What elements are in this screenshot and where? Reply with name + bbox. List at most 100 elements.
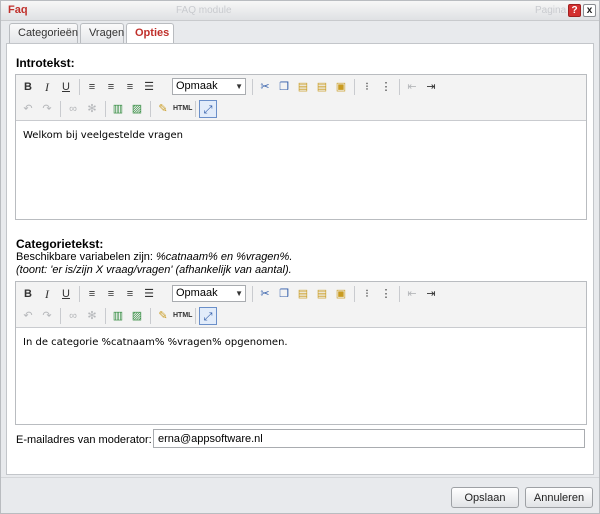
paste-icon[interactable]: ▤	[294, 285, 312, 303]
toolbar-separator	[150, 308, 151, 324]
bold-icon[interactable]: B	[19, 78, 37, 96]
moderator-email-input[interactable]	[153, 429, 585, 448]
toolbar-separator	[150, 101, 151, 117]
options-panel: Introtekst: B I U ≡ ≡ ≡ ☰ Opmaak ▼ ✂ ❐ ▤ …	[6, 43, 594, 475]
paste-word-icon[interactable]: ▣	[332, 285, 350, 303]
align-center-icon[interactable]: ≡	[102, 285, 120, 303]
category-hint: (toont: 'er is/zijn X vraag/vragen' (afh…	[16, 264, 292, 276]
category-editor: B I U ≡ ≡ ≡ ☰ Opmaak ▼ ✂ ❐ ▤ ▤ ▣ ⁝ ⋮ ⇤ ⇥…	[15, 281, 587, 425]
paste-word-icon[interactable]: ▣	[332, 78, 350, 96]
faq-dialog: Faq FAQ module Pagina ? x Categorieën Vr…	[0, 0, 600, 514]
intro-heading: Introtekst:	[16, 56, 75, 70]
redo-icon[interactable]: ↷	[38, 100, 56, 118]
toolbar-separator	[195, 101, 196, 117]
bold-icon[interactable]: B	[19, 285, 37, 303]
unlink-icon[interactable]: ✻	[83, 307, 101, 325]
cut-icon[interactable]: ✂	[256, 78, 274, 96]
link-icon[interactable]: ∞	[64, 307, 82, 325]
copy-icon[interactable]: ❐	[275, 78, 293, 96]
toolbar-separator	[354, 286, 355, 302]
copy-icon[interactable]: ❐	[275, 285, 293, 303]
numbered-list-icon[interactable]: ⋮	[377, 78, 395, 96]
italic-icon[interactable]: I	[38, 78, 56, 96]
align-right-icon[interactable]: ≡	[121, 78, 139, 96]
undo-icon[interactable]: ↶	[19, 307, 37, 325]
tab-categorieen[interactable]: Categorieën	[9, 23, 78, 43]
outdent-icon[interactable]: ⇤	[403, 285, 421, 303]
chevron-down-icon: ▼	[235, 289, 243, 298]
clean-icon[interactable]: ✎	[154, 100, 172, 118]
background-right-label: Pagina	[535, 5, 567, 16]
title-bar: Faq FAQ module Pagina ? x	[1, 1, 599, 21]
bullet-list-icon[interactable]: ⁝	[358, 285, 376, 303]
category-variables-note: Beschikbare variabelen zijn: %catnaam% e…	[16, 251, 292, 263]
category-content[interactable]: In de categorie %catnaam% %vragen% opgen…	[23, 337, 288, 348]
image-icon[interactable]: ▨	[128, 100, 146, 118]
category-editor-toolbar: B I U ≡ ≡ ≡ ☰ Opmaak ▼ ✂ ❐ ▤ ▤ ▣ ⁝ ⋮ ⇤ ⇥…	[16, 282, 586, 328]
toolbar-separator	[252, 286, 253, 302]
align-right-icon[interactable]: ≡	[121, 285, 139, 303]
help-button[interactable]: ?	[568, 4, 581, 17]
variables-prefix: Beschikbare variabelen zijn:	[16, 251, 157, 263]
italic-icon[interactable]: I	[38, 285, 56, 303]
tab-opties[interactable]: Opties	[126, 23, 174, 44]
close-button[interactable]: x	[583, 4, 596, 17]
clean-icon[interactable]: ✎	[154, 307, 172, 325]
format-select-value: Opmaak	[176, 80, 218, 92]
category-hint-text: (toont: 'er is/zijn X vraag/vragen' (afh…	[16, 264, 292, 276]
indent-icon[interactable]: ⇥	[422, 285, 440, 303]
toolbar-separator	[60, 308, 61, 324]
toolbar-separator	[105, 308, 106, 324]
outdent-icon[interactable]: ⇤	[403, 78, 421, 96]
image-icon[interactable]: ▨	[128, 307, 146, 325]
html-icon[interactable]: HTML	[173, 307, 192, 325]
align-center-icon[interactable]: ≡	[102, 78, 120, 96]
align-left-icon[interactable]: ≡	[83, 285, 101, 303]
html-icon[interactable]: HTML	[173, 100, 192, 118]
paste-text-icon[interactable]: ▤	[313, 78, 331, 96]
variables-list: %catnaam% en %vragen%.	[156, 251, 293, 263]
fullscreen-icon[interactable]: ⤢	[199, 307, 217, 325]
cut-icon[interactable]: ✂	[256, 285, 274, 303]
underline-icon[interactable]: U	[57, 285, 75, 303]
paste-icon[interactable]: ▤	[294, 78, 312, 96]
table-icon[interactable]: ▥	[109, 100, 127, 118]
toolbar-separator	[399, 286, 400, 302]
bullet-list-icon[interactable]: ⁝	[358, 78, 376, 96]
align-left-icon[interactable]: ≡	[83, 78, 101, 96]
cancel-button[interactable]: Annuleren	[525, 487, 593, 508]
indent-icon[interactable]: ⇥	[422, 78, 440, 96]
background-title: FAQ module	[176, 5, 232, 16]
intro-editor-toolbar: B I U ≡ ≡ ≡ ☰ Opmaak ▼ ✂ ❐ ▤ ▤ ▣ ⁝ ⋮ ⇤ ⇥…	[16, 75, 586, 121]
toolbar-separator	[60, 101, 61, 117]
format-select-value: Opmaak	[176, 287, 218, 299]
fullscreen-icon[interactable]: ⤢	[199, 100, 217, 118]
toolbar-separator	[252, 79, 253, 95]
align-justify-icon[interactable]: ☰	[140, 285, 158, 303]
dialog-title: Faq	[8, 4, 28, 16]
unlink-icon[interactable]: ✻	[83, 100, 101, 118]
paste-text-icon[interactable]: ▤	[313, 285, 331, 303]
toolbar-separator	[105, 101, 106, 117]
table-icon[interactable]: ▥	[109, 307, 127, 325]
save-button[interactable]: Opslaan	[451, 487, 519, 508]
toolbar-separator	[79, 286, 80, 302]
redo-icon[interactable]: ↷	[38, 307, 56, 325]
tab-vragen[interactable]: Vragen	[80, 23, 124, 43]
underline-icon[interactable]: U	[57, 78, 75, 96]
intro-content[interactable]: Welkom bij veelgestelde vragen	[23, 130, 183, 141]
chevron-down-icon: ▼	[235, 82, 243, 91]
format-select[interactable]: Opmaak ▼	[172, 78, 246, 95]
link-icon[interactable]: ∞	[64, 100, 82, 118]
toolbar-separator	[79, 79, 80, 95]
category-heading: Categorietekst:	[16, 237, 104, 251]
undo-icon[interactable]: ↶	[19, 100, 37, 118]
numbered-list-icon[interactable]: ⋮	[377, 285, 395, 303]
toolbar-separator	[399, 79, 400, 95]
toolbar-separator	[354, 79, 355, 95]
format-select[interactable]: Opmaak ▼	[172, 285, 246, 302]
moderator-email-label: E-mailadres van moderator:	[16, 434, 152, 446]
align-justify-icon[interactable]: ☰	[140, 78, 158, 96]
intro-editor: B I U ≡ ≡ ≡ ☰ Opmaak ▼ ✂ ❐ ▤ ▤ ▣ ⁝ ⋮ ⇤ ⇥…	[15, 74, 587, 220]
dialog-footer: Opslaan Annuleren	[1, 477, 599, 513]
